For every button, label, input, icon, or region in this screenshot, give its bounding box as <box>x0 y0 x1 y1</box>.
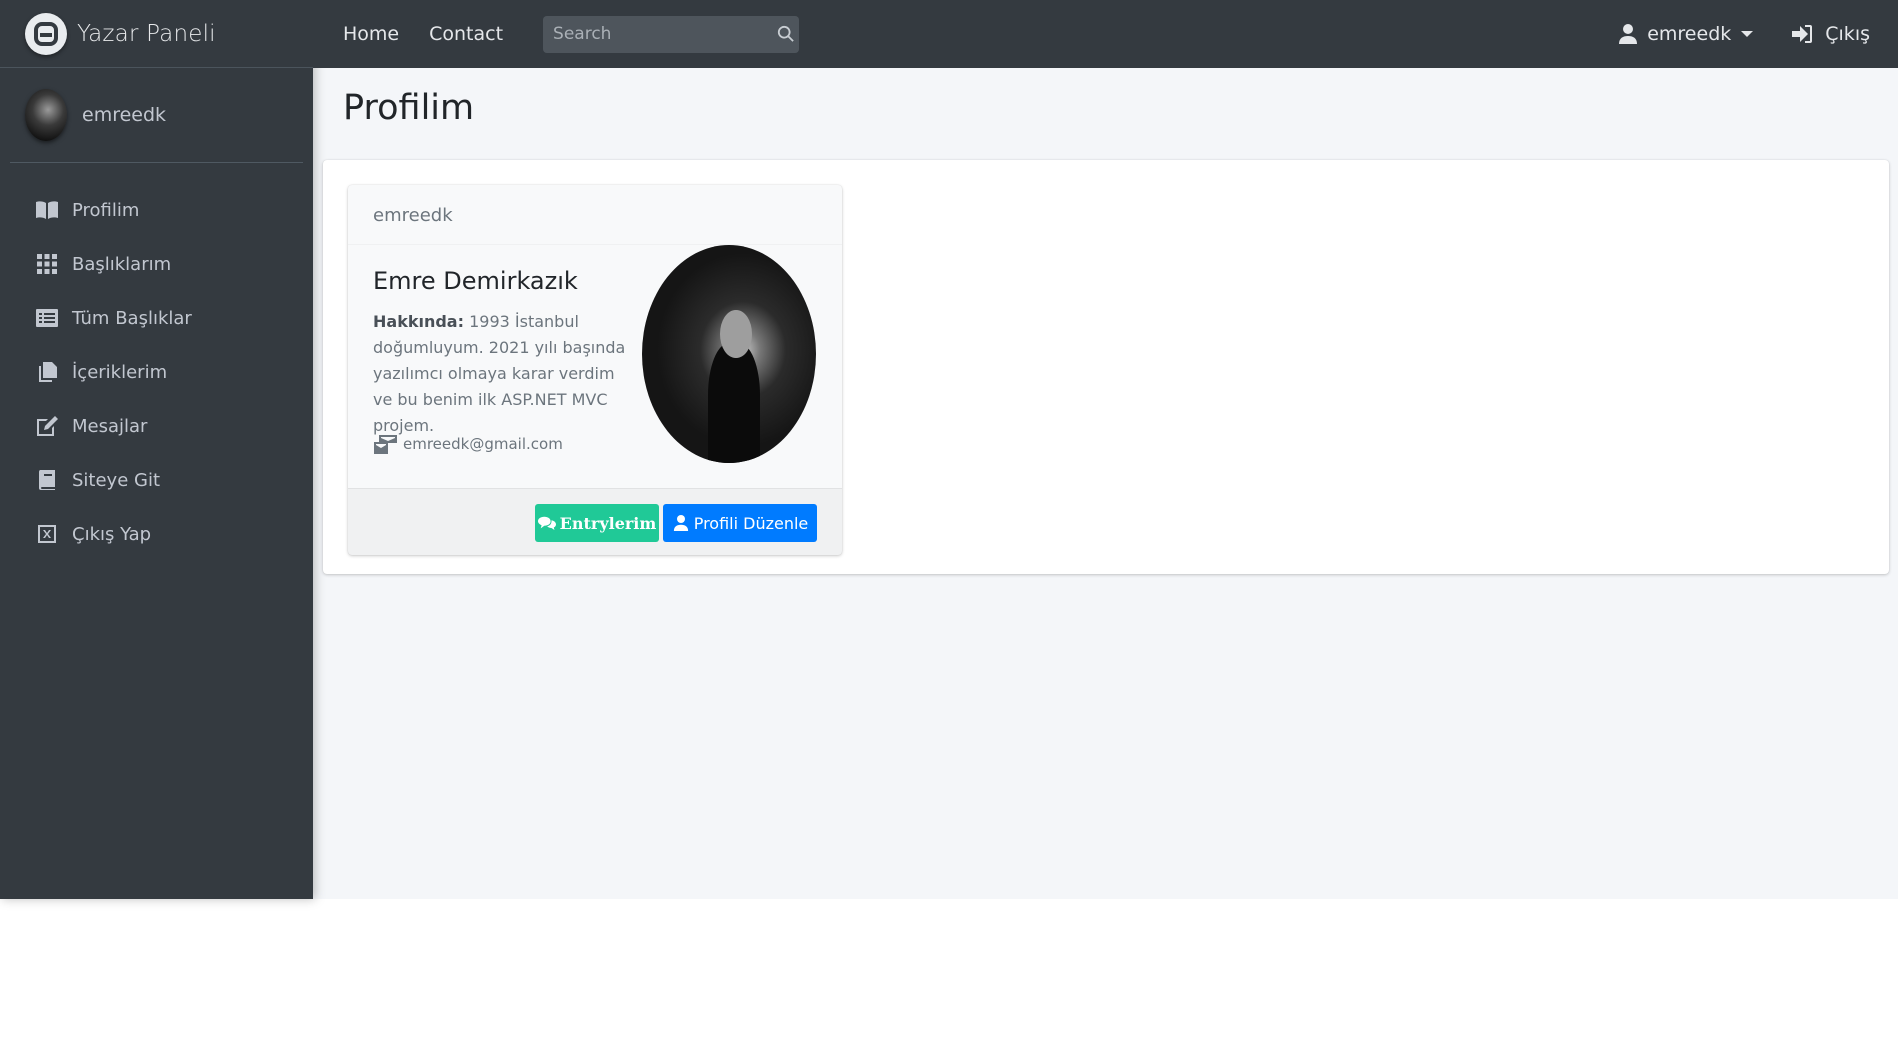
profile-photo <box>642 245 816 463</box>
sidebar-item-label: İçeriklerim <box>72 361 168 383</box>
navbar-right: emreedk Çıkış <box>1619 0 1898 68</box>
sidebar-item-label: Tüm Başlıklar <box>72 307 192 329</box>
sidebar-item-mesajlar[interactable]: Mesajlar <box>0 399 313 453</box>
sidebar-item-label: Siteye Git <box>72 469 161 491</box>
brand-logo-icon <box>25 12 67 55</box>
brand-title: Yazar Paneli <box>77 20 216 47</box>
edit-profile-button-label: Profili Düzenle <box>693 513 809 533</box>
sidebar-item-label: Başlıklarım <box>72 253 172 275</box>
sidebar-item-label: Çıkış Yap <box>72 523 152 545</box>
sidebar-item-profilim[interactable]: Profilim <box>0 183 313 237</box>
profile-card-body: Emre Demirkazık Hakkında: 1993 İstanbul … <box>348 245 842 488</box>
entries-button[interactable]: Entrylerim <box>535 504 659 542</box>
sidebar-item-basliklarim[interactable]: Başlıklarım <box>0 237 313 291</box>
book-icon <box>34 469 60 491</box>
edit-icon <box>34 415 60 437</box>
grid-icon <box>34 253 60 275</box>
sidebar: Yazar Paneli emreedk Profilim Başlıkları… <box>0 0 313 899</box>
sign-out-icon <box>1792 25 1813 43</box>
search-icon <box>777 25 794 42</box>
user-menu-dropdown[interactable]: emreedk <box>1619 23 1754 45</box>
edit-profile-button[interactable]: Profili Düzenle <box>663 504 817 542</box>
user-panel[interactable]: emreedk <box>10 68 303 163</box>
sidebar-nav: Profilim Başlıklarım Tüm Başlıklar İçeri… <box>0 163 313 561</box>
logout-link[interactable]: Çıkış <box>1791 23 1870 45</box>
profile-card-footer: Entrylerim Profili Düzenle <box>348 488 842 555</box>
sidebar-item-tum-basliklar[interactable]: Tüm Başlıklar <box>0 291 313 345</box>
top-navbar: Home Contact emreedk Çıkış <box>313 0 1898 68</box>
profile-email-text: emreedk@gmail.com <box>403 435 563 453</box>
sidebar-user-name[interactable]: emreedk <box>82 104 166 126</box>
nav-link-home[interactable]: Home <box>343 23 399 45</box>
profile-full-name: Emre Demirkazık <box>373 267 578 295</box>
caret-down-icon <box>1741 31 1754 37</box>
sidebar-item-label: Mesajlar <box>72 415 148 437</box>
page-title: Profilim <box>343 88 475 128</box>
entries-button-label: Entrylerim <box>559 513 657 533</box>
close-square-icon <box>34 523 60 545</box>
brand-link[interactable]: Yazar Paneli <box>0 0 313 68</box>
user-icon <box>673 515 688 531</box>
profile-about: Hakkında: 1993 İstanbul doğumluyum. 2021… <box>373 309 633 439</box>
nav-link-contact[interactable]: Contact <box>429 23 503 45</box>
sidebar-item-iceriklerim[interactable]: İçeriklerim <box>0 345 313 399</box>
profile-card: emreedk Emre Demirkazık Hakkında: 1993 İ… <box>348 185 842 555</box>
sidebar-item-cikis-yap[interactable]: Çıkış Yap <box>0 507 313 561</box>
user-menu-label: emreedk <box>1647 23 1732 45</box>
search-button[interactable] <box>772 15 800 53</box>
book-open-icon <box>34 199 60 221</box>
user-icon <box>1619 24 1638 44</box>
sidebar-item-label: Profilim <box>72 199 140 221</box>
logout-label: Çıkış <box>1825 23 1870 45</box>
sidebar-item-siteye-git[interactable]: Siteye Git <box>0 453 313 507</box>
search-input[interactable] <box>543 15 773 53</box>
about-label: Hakkında: <box>373 312 464 331</box>
profile-username: emreedk <box>348 185 842 245</box>
avatar <box>25 89 67 141</box>
comments-icon <box>537 516 556 531</box>
profile-email: emreedk@gmail.com <box>373 433 563 455</box>
search-form <box>543 15 800 53</box>
copy-icon <box>34 361 60 383</box>
app-window: Yazar Paneli emreedk Profilim Başlıkları… <box>0 0 1898 899</box>
list-alt-icon <box>34 307 60 329</box>
mail-bulk-icon <box>374 435 397 454</box>
